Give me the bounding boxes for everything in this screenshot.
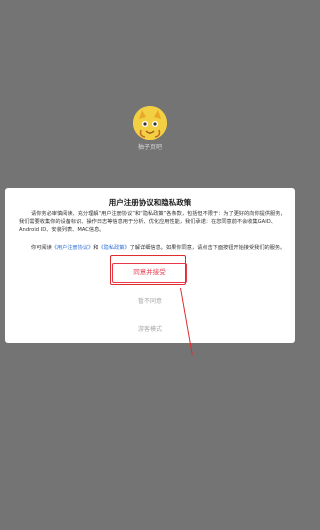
paragraph-2-suffix: 了解详细信息。如果你同意，请点击下面按钮开始接受我们的服务。 — [129, 245, 286, 251]
app-logo-icon — [133, 106, 167, 140]
disagree-button[interactable]: 暂不同意 — [5, 296, 295, 305]
dialog-title: 用户注册协议和隐私政策 — [108, 198, 192, 207]
app-name: 柚子页吧 — [137, 144, 162, 151]
agree-button-label: 同意并接受 — [133, 268, 166, 276]
dialog-paragraph-2: 你可阅读《用户注册协议》和《隐私政策》了解详细信息。如果你同意，请点击下面按钮开… — [19, 244, 289, 252]
paragraph-2-prefix: 你可阅读 — [31, 245, 52, 251]
agree-and-accept-button[interactable]: 同意并接受 — [112, 263, 187, 283]
guest-mode-button[interactable]: 游客模式 — [5, 324, 295, 333]
dialog-paragraph-1: 请你务必审慎阅读、充分理解“用户注册协议”和“隐私政策”各条款，包括但不限于：为… — [19, 211, 286, 233]
privacy-policy-link[interactable]: 《隐私政策》 — [98, 245, 129, 251]
user-agreement-link[interactable]: 《用户注册协议》 — [52, 245, 94, 251]
